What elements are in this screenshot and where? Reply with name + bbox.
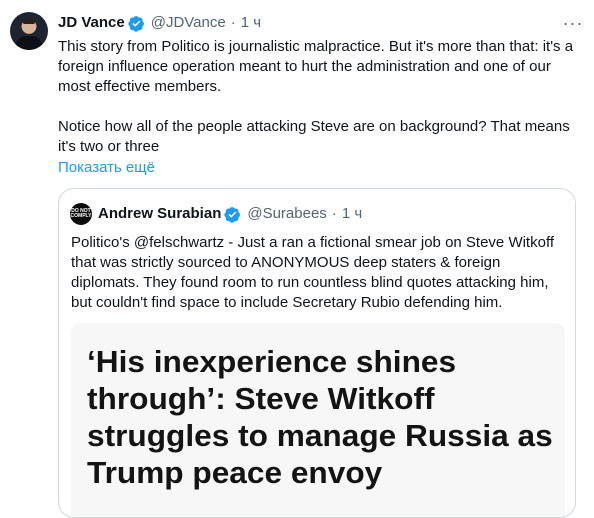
verified-badge-icon [224,206,241,223]
tweet-paragraph: This story from Politico is journalistic… [58,38,574,95]
separator-dot: · [331,205,337,222]
tweet-text: This story from Politico is journalistic… [58,37,578,157]
quoted-author-avatar[interactable]: DO NOT COMPLY [70,203,92,225]
quoted-tweet-text: Politico's @felschwartz - Just a ran a f… [71,234,555,311]
quoted-tweet-image[interactable]: ‘His inexperience shines through’: Steve… [71,323,565,517]
quoted-author-handle[interactable]: @Surabees [247,204,326,224]
avatar-text-line: COMPLY [70,213,92,219]
quoted-tweet[interactable]: DO NOT COMPLY Andrew Surabian @Surabees … [58,188,576,518]
author-handle[interactable]: @JDVance [151,13,226,33]
more-options-button[interactable]: ··· [562,12,584,34]
verified-badge-icon [128,15,144,32]
show-more-link[interactable]: Показать ещё [58,158,155,178]
quoted-tweet-header: DO NOT COMPLY Andrew Surabian @Surabees … [70,203,362,225]
quoted-tweet-timestamp[interactable]: 1 ч [342,204,362,224]
article-headline: ‘His inexperience shines through’: Steve… [87,344,553,490]
tweet-paragraph: Notice how all of the people attacking S… [58,118,570,155]
more-horizontal-icon: ··· [562,12,584,33]
quoted-author-name[interactable]: Andrew Surabian [98,204,221,224]
tweet-header: JD Vance @JDVance · 1 ч [58,13,261,33]
separator-dot: · [230,14,236,31]
author-avatar[interactable] [10,12,48,50]
tweet[interactable]: JD Vance @JDVance · 1 ч ··· This story f… [0,0,594,518]
author-name[interactable]: JD Vance [58,13,125,33]
tweet-timestamp[interactable]: 1 ч [241,13,261,33]
